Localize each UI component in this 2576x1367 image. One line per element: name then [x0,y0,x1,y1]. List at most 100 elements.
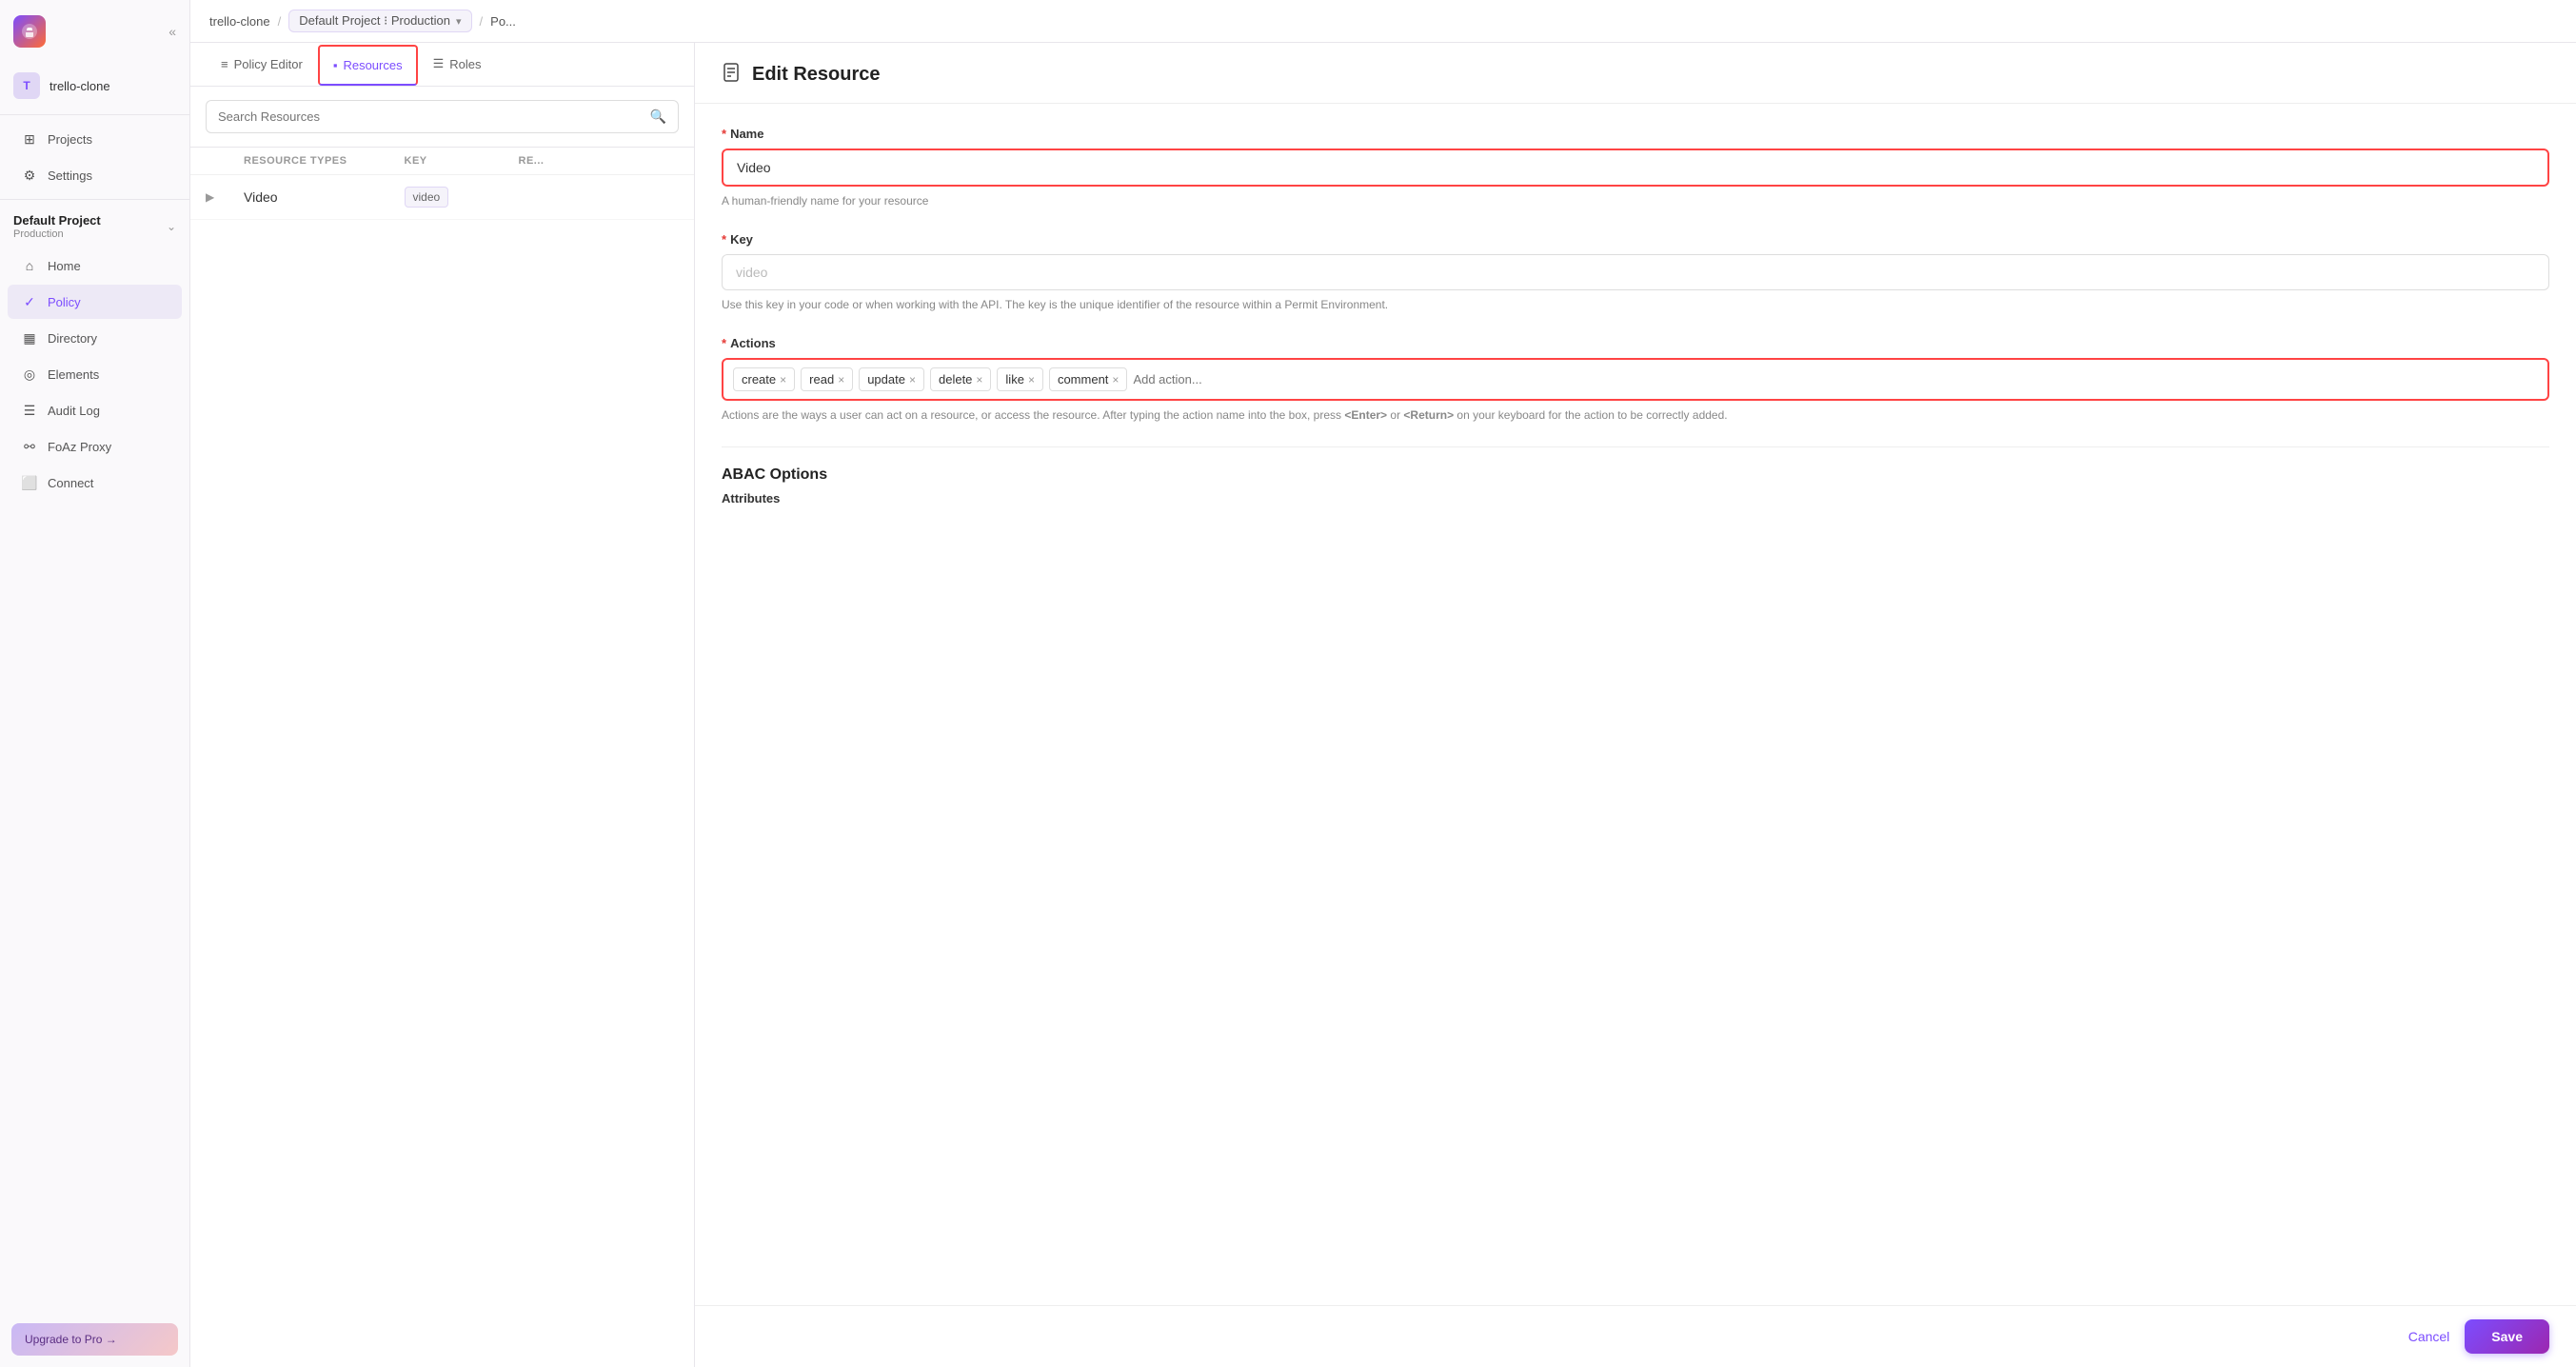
sidebar-item-label: Audit Log [48,404,100,418]
remove-action-read[interactable]: × [838,374,844,386]
table-header: RESOURCE TYPES KEY RE... [190,148,694,175]
sidebar-item-policy[interactable]: ✓ Policy [8,285,182,319]
tabs-bar: ≡ Policy Editor ▪ Resources ☰ Roles [190,43,694,87]
project-header[interactable]: Default Project Production ⌄ [0,206,189,248]
sidebar-item-label: Policy [48,295,81,309]
roles-tab-icon: ☰ [433,56,445,71]
foaz-proxy-icon: ⚯ [21,438,38,455]
collapse-sidebar-button[interactable]: « [168,24,176,39]
tab-roles[interactable]: ☰ Roles [418,43,497,87]
edit-panel-header: Edit Resource [695,43,2576,104]
save-button[interactable]: Save [2465,1319,2549,1354]
sidebar-item-connect[interactable]: ⬜ Connect [8,466,182,500]
search-icon: 🔍 [650,109,666,125]
table-col-resource-types: RESOURCE TYPES [244,155,405,167]
breadcrumb-workspace[interactable]: trello-clone [209,14,270,29]
key-label-text: Key [730,232,753,247]
abac-attributes-label: Attributes [722,491,2549,505]
name-label: * Name [722,127,2549,141]
tab-policy-editor-label: Policy Editor [234,57,303,71]
sidebar-item-label: Settings [48,168,92,183]
policy-editor-tab-icon: ≡ [221,57,228,71]
workspace-avatar: T [13,72,40,99]
policy-icon: ✓ [21,293,38,310]
sidebar-item-foaz-proxy[interactable]: ⚯ FoAz Proxy [8,429,182,464]
edit-panel-title: Edit Resource [752,64,880,86]
tab-resources[interactable]: ▪ Resources [318,45,418,86]
breadcrumb-sep2: / [480,14,484,29]
breadcrumb-sep1: / [278,14,282,29]
breadcrumb-env-selector[interactable]: Default Project ⁝ Production ▾ [288,10,471,32]
action-tag-label: create [742,372,776,386]
section-divider [722,446,2549,447]
sidebar-item-projects[interactable]: ⊞ Projects [8,122,182,156]
sidebar-item-directory[interactable]: ▦ Directory [8,321,182,355]
action-tag-label: read [809,372,834,386]
add-action-input[interactable] [1133,372,1300,386]
edit-resource-panel: Edit Resource * Name A human-friendly na… [695,43,2576,1367]
action-tag-create: create × [733,367,795,391]
name-label-text: Name [730,127,763,141]
key-hint: Use this key in your code or when workin… [722,296,2549,313]
edit-panel-footer: Cancel Save [695,1305,2576,1367]
table-col-key: KEY [405,155,519,167]
resource-name-input[interactable] [722,149,2549,187]
sidebar-item-elements[interactable]: ◎ Elements [8,357,182,391]
resource-key-badge: video [405,187,449,208]
sidebar-item-label: Directory [48,331,97,346]
action-tag-comment: comment × [1049,367,1127,391]
name-field-section: * Name A human-friendly name for your re… [722,127,2549,209]
table-row[interactable]: ▶ Video video [190,175,694,220]
resource-name: Video [244,189,405,205]
table-col-expand [206,155,244,167]
logo-area [13,15,46,48]
resources-tab-icon: ▪ [333,58,338,72]
remove-action-delete[interactable]: × [976,374,982,386]
action-tag-label: update [867,372,905,386]
sidebar-item-settings[interactable]: ⚙ Settings [8,158,182,192]
action-tag-label: delete [939,372,972,386]
resource-key-input[interactable] [722,254,2549,290]
action-tag-label: comment [1058,372,1108,386]
tab-roles-label: Roles [449,57,481,71]
required-star: * [722,127,726,141]
actions-field-section: * Actions create × read × updat [722,336,2549,424]
sidebar-item-label: Home [48,259,81,273]
remove-action-update[interactable]: × [909,374,916,386]
home-icon: ⌂ [21,257,38,274]
resources-panel: ≡ Policy Editor ▪ Resources ☰ Roles 🔍 [190,43,695,1367]
actions-label-text: Actions [730,336,776,350]
workspace-item[interactable]: T trello-clone [0,63,189,109]
required-star-key: * [722,232,726,247]
breadcrumb-current-page: Po... [490,14,516,29]
actions-hint: Actions are the ways a user can act on a… [722,406,2549,424]
row-expand-icon[interactable]: ▶ [206,190,244,204]
key-field-section: * Key Use this key in your code or when … [722,232,2549,313]
search-resources-input[interactable] [218,109,643,124]
actions-label: * Actions [722,336,2549,350]
search-input-wrap: 🔍 [206,100,679,133]
edit-panel-content: * Name A human-friendly name for your re… [695,104,2576,1305]
remove-action-like[interactable]: × [1028,374,1035,386]
audit-log-icon: ☰ [21,402,38,419]
sidebar-item-home[interactable]: ⌂ Home [8,248,182,283]
action-tag-delete: delete × [930,367,991,391]
key-label: * Key [722,232,2549,247]
sidebar-item-label: FoAz Proxy [48,440,111,454]
cancel-button[interactable]: Cancel [2408,1329,2450,1344]
edit-resource-icon [722,62,743,88]
resource-key-cell: video [405,187,519,208]
project-name: Default Project [13,213,101,228]
project-info: Default Project Production [13,213,101,240]
tab-policy-editor[interactable]: ≡ Policy Editor [206,44,318,87]
upgrade-to-pro-button[interactable]: Upgrade to Pro → [11,1323,178,1356]
workspace-name: trello-clone [50,79,110,93]
table-col-re: RE... [519,155,680,167]
chevron-down-icon: ▾ [456,15,462,28]
action-tag-label: like [1005,372,1024,386]
remove-action-create[interactable]: × [780,374,786,386]
sidebar-item-audit-log[interactable]: ☰ Audit Log [8,393,182,427]
actions-tags-box[interactable]: create × read × update × delete [722,358,2549,401]
projects-icon: ⊞ [21,130,38,148]
remove-action-comment[interactable]: × [1112,374,1119,386]
